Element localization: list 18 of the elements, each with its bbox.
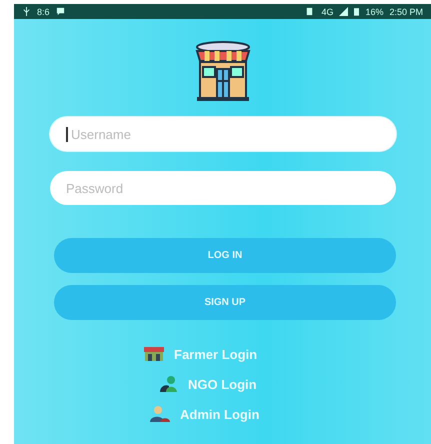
signal-icon xyxy=(339,7,348,16)
status-text: 8:6 xyxy=(37,6,50,16)
usb-icon xyxy=(22,7,31,16)
battery-text: 16% xyxy=(365,6,384,16)
signup-button[interactable]: SIGN UP xyxy=(54,285,396,320)
people-icon xyxy=(158,376,178,392)
login-button[interactable]: LOG IN xyxy=(54,238,396,273)
login-link[interactable]: Admin Login xyxy=(180,406,260,422)
store-icon xyxy=(144,346,164,362)
clock-text: 2:50 PM xyxy=(389,6,423,16)
network-text: 4G xyxy=(321,6,334,16)
people-icon xyxy=(150,406,170,422)
battery-icon xyxy=(354,7,360,16)
login-link[interactable]: Farmer Login xyxy=(174,346,258,362)
password-field[interactable]: Password xyxy=(50,171,396,205)
message-icon xyxy=(56,7,65,16)
username-field[interactable]: Username xyxy=(50,117,396,151)
login-link[interactable]: NGO Login xyxy=(188,376,257,392)
